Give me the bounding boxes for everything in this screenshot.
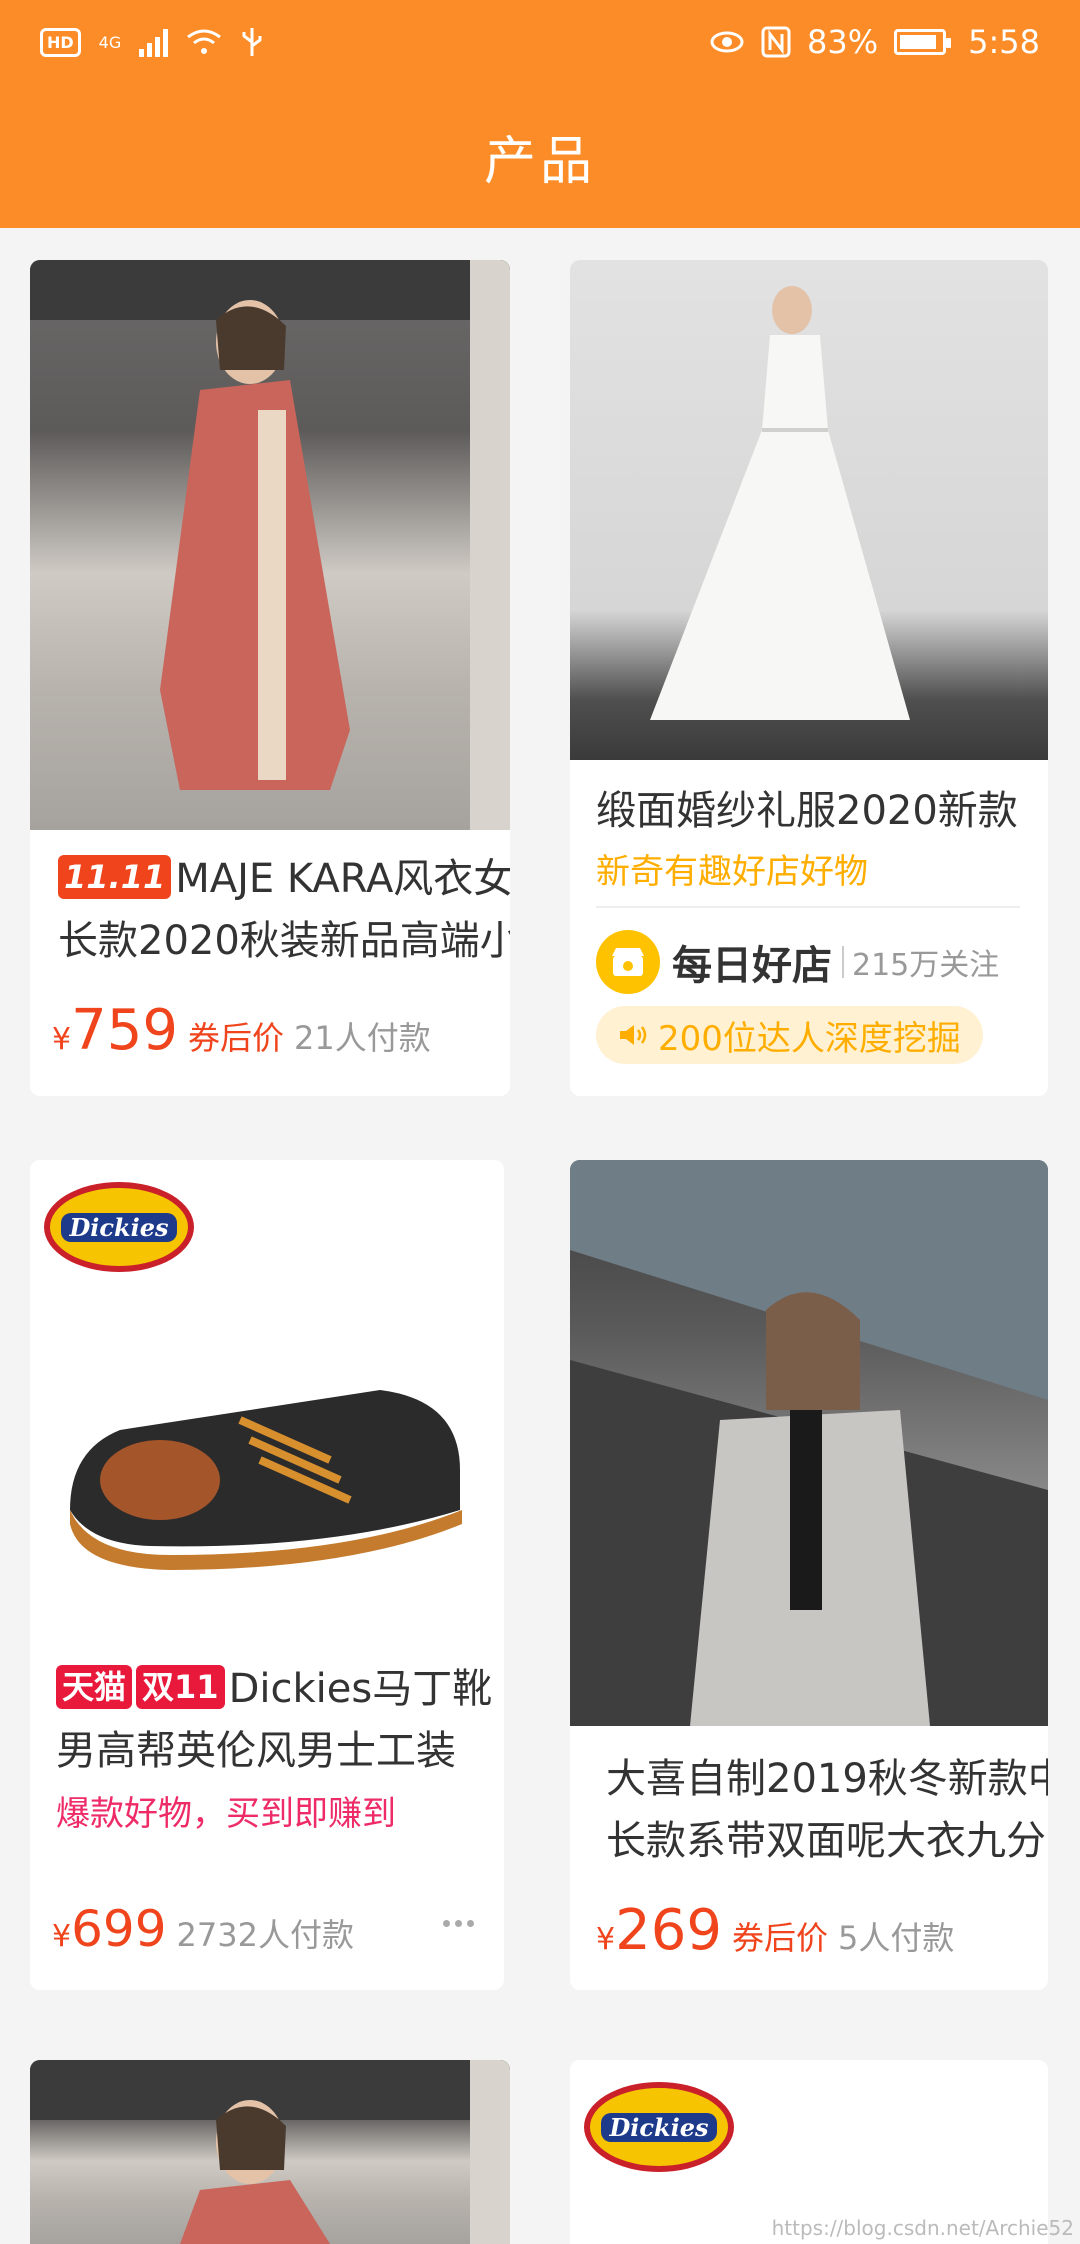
coat-photo-illustration [30, 260, 510, 830]
price: 269 [615, 1898, 722, 1963]
separator [842, 946, 844, 978]
app-title-bar: 产品 [0, 84, 1080, 228]
dress-photo-illustration [650, 286, 910, 720]
product-image [570, 260, 1048, 760]
dickies-logo: Dickies [584, 2082, 734, 2172]
clock: 5:58 [968, 23, 1040, 61]
usb-icon [242, 28, 262, 56]
product-image: Dickies [30, 1160, 504, 1630]
coat-photo-illustration [30, 2060, 510, 2244]
currency-symbol: ¥ [52, 1919, 72, 1954]
status-bar: HD 4G 83% 5:58 [0, 0, 1080, 84]
product-subtitle: 新奇有趣好店好物 [596, 852, 868, 892]
double-11-badge: 11.11 [58, 855, 172, 899]
hd-icon: HD [40, 27, 81, 57]
price-row: ¥269 券后价 5人付款 [596, 1898, 954, 1963]
product-title: 大喜自制2019秋冬新款中 [606, 1756, 1048, 1802]
wifi-icon [187, 29, 222, 54]
speaker-icon [620, 1025, 647, 1045]
coat-photo-illustration [570, 1160, 1048, 1726]
watermark: https://blog.csdn.net/Archie52 [771, 2216, 1074, 2240]
product-title: 缎面婚纱礼服2020新款 [596, 788, 1018, 834]
product-card-1[interactable]: 11.11MAJE KARA风衣女中 长款2020秋装新品高端小 ¥759券后价… [30, 260, 510, 1096]
double-11-badge: 双11 [136, 1665, 225, 1709]
more-icon[interactable] [443, 1920, 474, 1927]
price-row: ¥699 2732人付款 [52, 1900, 354, 1958]
product-title-line2: 男高帮英伦风男士工装 [56, 1728, 456, 1774]
coupon-price-label: 券后价 [187, 1019, 284, 1057]
product-card-3[interactable]: Dickies 天猫 双11 Dickies马丁靴 男高帮英伦风男士工装 爆款好物，… [30, 1160, 504, 1990]
signal-icon [139, 27, 169, 57]
product-image [30, 260, 510, 830]
price: 699 [71, 1900, 167, 1958]
eye-icon [710, 31, 744, 53]
paid-count: 5人付款 [838, 1919, 955, 1957]
currency-symbol: ¥ [596, 1922, 616, 1957]
network-type: 4G [98, 32, 122, 52]
product-image [30, 2060, 510, 2244]
currency-symbol: ¥ [52, 1022, 72, 1057]
boot-photo-illustration [70, 1390, 462, 1570]
shop-followers: 215万关注 [852, 948, 1000, 983]
battery-icon [894, 29, 952, 55]
paid-count: 2732人付款 [176, 1916, 354, 1954]
nfc-icon [761, 26, 791, 58]
promo-pill: 200位达人深度挖掘 [596, 1006, 983, 1064]
product-title: 11.11MAJE KARA风衣女中 [58, 848, 510, 910]
coupon-price-label: 券后价 [731, 1919, 828, 1957]
price-row: ¥759 券后价 21人付款 [52, 998, 431, 1063]
battery-percent: 83% [807, 23, 879, 61]
product-card-4[interactable]: 大喜自制2019秋冬新款中 长款系带双面呢大衣九分 ¥269 券后价 5人付款 [570, 1160, 1048, 1990]
product-title: 天猫 双11 Dickies马丁靴 [56, 1658, 492, 1720]
product-card-2[interactable]: 缎面婚纱礼服2020新款 新奇有趣好店好物 每日好店 215万关注 200位达人… [570, 260, 1048, 1096]
shop-row[interactable]: 每日好店 215万关注 [596, 930, 999, 994]
product-title-line2: 长款2020秋装新品高端小 [58, 918, 510, 964]
product-image [570, 1160, 1048, 1726]
paid-count: 21人付款 [294, 1019, 431, 1057]
shop-icon [596, 930, 660, 994]
shop-name: 每日好店 [672, 943, 832, 989]
page-title: 产品 [483, 131, 596, 192]
divider [596, 906, 1020, 908]
price: 759 [71, 998, 178, 1063]
product-card-5[interactable] [30, 2060, 510, 2244]
product-slogan: 爆款好物，买到即赚到 [56, 1794, 396, 1834]
product-title-line2: 长款系带双面呢大衣九分 [606, 1818, 1046, 1864]
tmall-badge: 天猫 [56, 1665, 133, 1709]
